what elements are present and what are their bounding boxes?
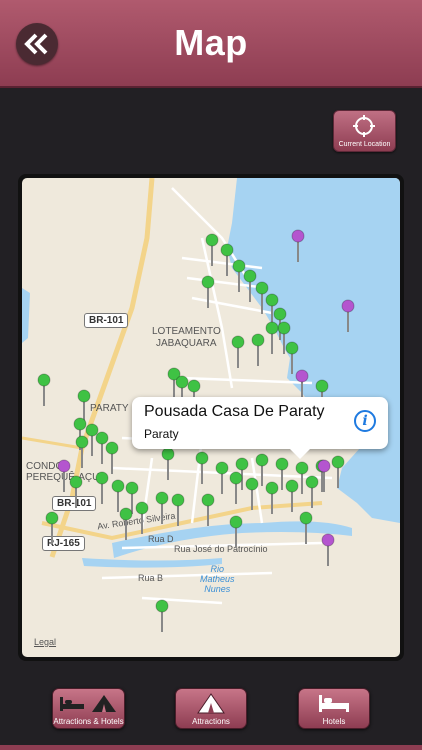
bed-icon — [319, 695, 349, 712]
map-pin[interactable] — [305, 475, 319, 508]
map-pin[interactable] — [161, 447, 175, 480]
map-pin[interactable] — [215, 461, 229, 494]
tent-icon — [197, 693, 225, 714]
map-pin[interactable] — [229, 515, 243, 548]
tab-attractions-hotels[interactable]: Attractions & Hotels — [52, 688, 125, 729]
map-pin[interactable] — [37, 373, 51, 406]
map-pin[interactable] — [220, 243, 234, 276]
map-pin[interactable] — [205, 233, 219, 266]
map-pin[interactable] — [119, 507, 133, 540]
map-pin[interactable] — [201, 275, 215, 308]
tab-label: Hotels — [322, 717, 346, 726]
legal-link[interactable]: Legal — [34, 637, 56, 647]
map-pin[interactable] — [75, 435, 89, 468]
map-pin[interactable] — [232, 259, 246, 292]
map-pin[interactable] — [243, 269, 257, 302]
map-pin[interactable] — [77, 389, 91, 422]
bottom-accent-bar — [0, 745, 422, 750]
info-icon[interactable]: i — [354, 410, 376, 432]
callout-subtitle: Paraty — [144, 427, 179, 441]
tab-label: Attractions & Hotels — [53, 717, 124, 726]
map-pin[interactable] — [45, 511, 59, 544]
map-pin[interactable] — [231, 335, 245, 368]
current-location-button[interactable]: Current Location — [333, 110, 396, 152]
map-pin[interactable] — [285, 479, 299, 512]
map-pin[interactable] — [245, 477, 259, 510]
callout-title: Pousada Casa De Paraty — [144, 403, 325, 420]
map-pin[interactable] — [195, 451, 209, 484]
map-pin[interactable] — [299, 511, 313, 544]
map-pin[interactable] — [265, 481, 279, 514]
map-pin[interactable] — [229, 471, 243, 504]
map-pin[interactable] — [171, 493, 185, 526]
map-pin[interactable] — [69, 475, 83, 508]
map-pin[interactable] — [95, 471, 109, 504]
map-pin[interactable] — [321, 533, 335, 566]
map-pin[interactable] — [251, 333, 265, 366]
map-pin[interactable] — [155, 599, 169, 632]
tab-hotels[interactable]: Hotels — [298, 688, 370, 729]
map-pin[interactable] — [201, 493, 215, 526]
map-pin[interactable] — [265, 321, 279, 354]
map-pin[interactable] — [285, 341, 299, 374]
page-title: Map — [174, 22, 248, 63]
map-pin[interactable] — [341, 299, 355, 332]
map-pin[interactable] — [331, 455, 345, 488]
map-pin[interactable] — [111, 479, 125, 512]
tab-label: Attractions — [192, 717, 230, 726]
current-location-label: Current Location — [338, 141, 391, 148]
map-pin[interactable] — [105, 441, 119, 474]
map-pin[interactable] — [57, 459, 71, 492]
map-pin[interactable] — [291, 229, 305, 262]
crosshair-icon — [353, 115, 375, 137]
map-pin[interactable] — [317, 459, 331, 492]
location-callout[interactable]: Pousada Casa De Paraty Paraty i — [132, 397, 388, 459]
map-view[interactable]: LOTEAMENTO JABAQUARA PARATY CONDO PEREQU… — [22, 178, 400, 657]
tab-attractions[interactable]: Attractions — [175, 688, 247, 729]
map-pin[interactable] — [135, 501, 149, 534]
map-frame: LOTEAMENTO JABAQUARA PARATY CONDO PEREQU… — [18, 174, 404, 661]
map-pin[interactable] — [155, 491, 169, 524]
bed-tent-icon — [60, 695, 116, 712]
map-pin[interactable] — [295, 461, 309, 494]
header-bar: Map — [0, 0, 422, 88]
